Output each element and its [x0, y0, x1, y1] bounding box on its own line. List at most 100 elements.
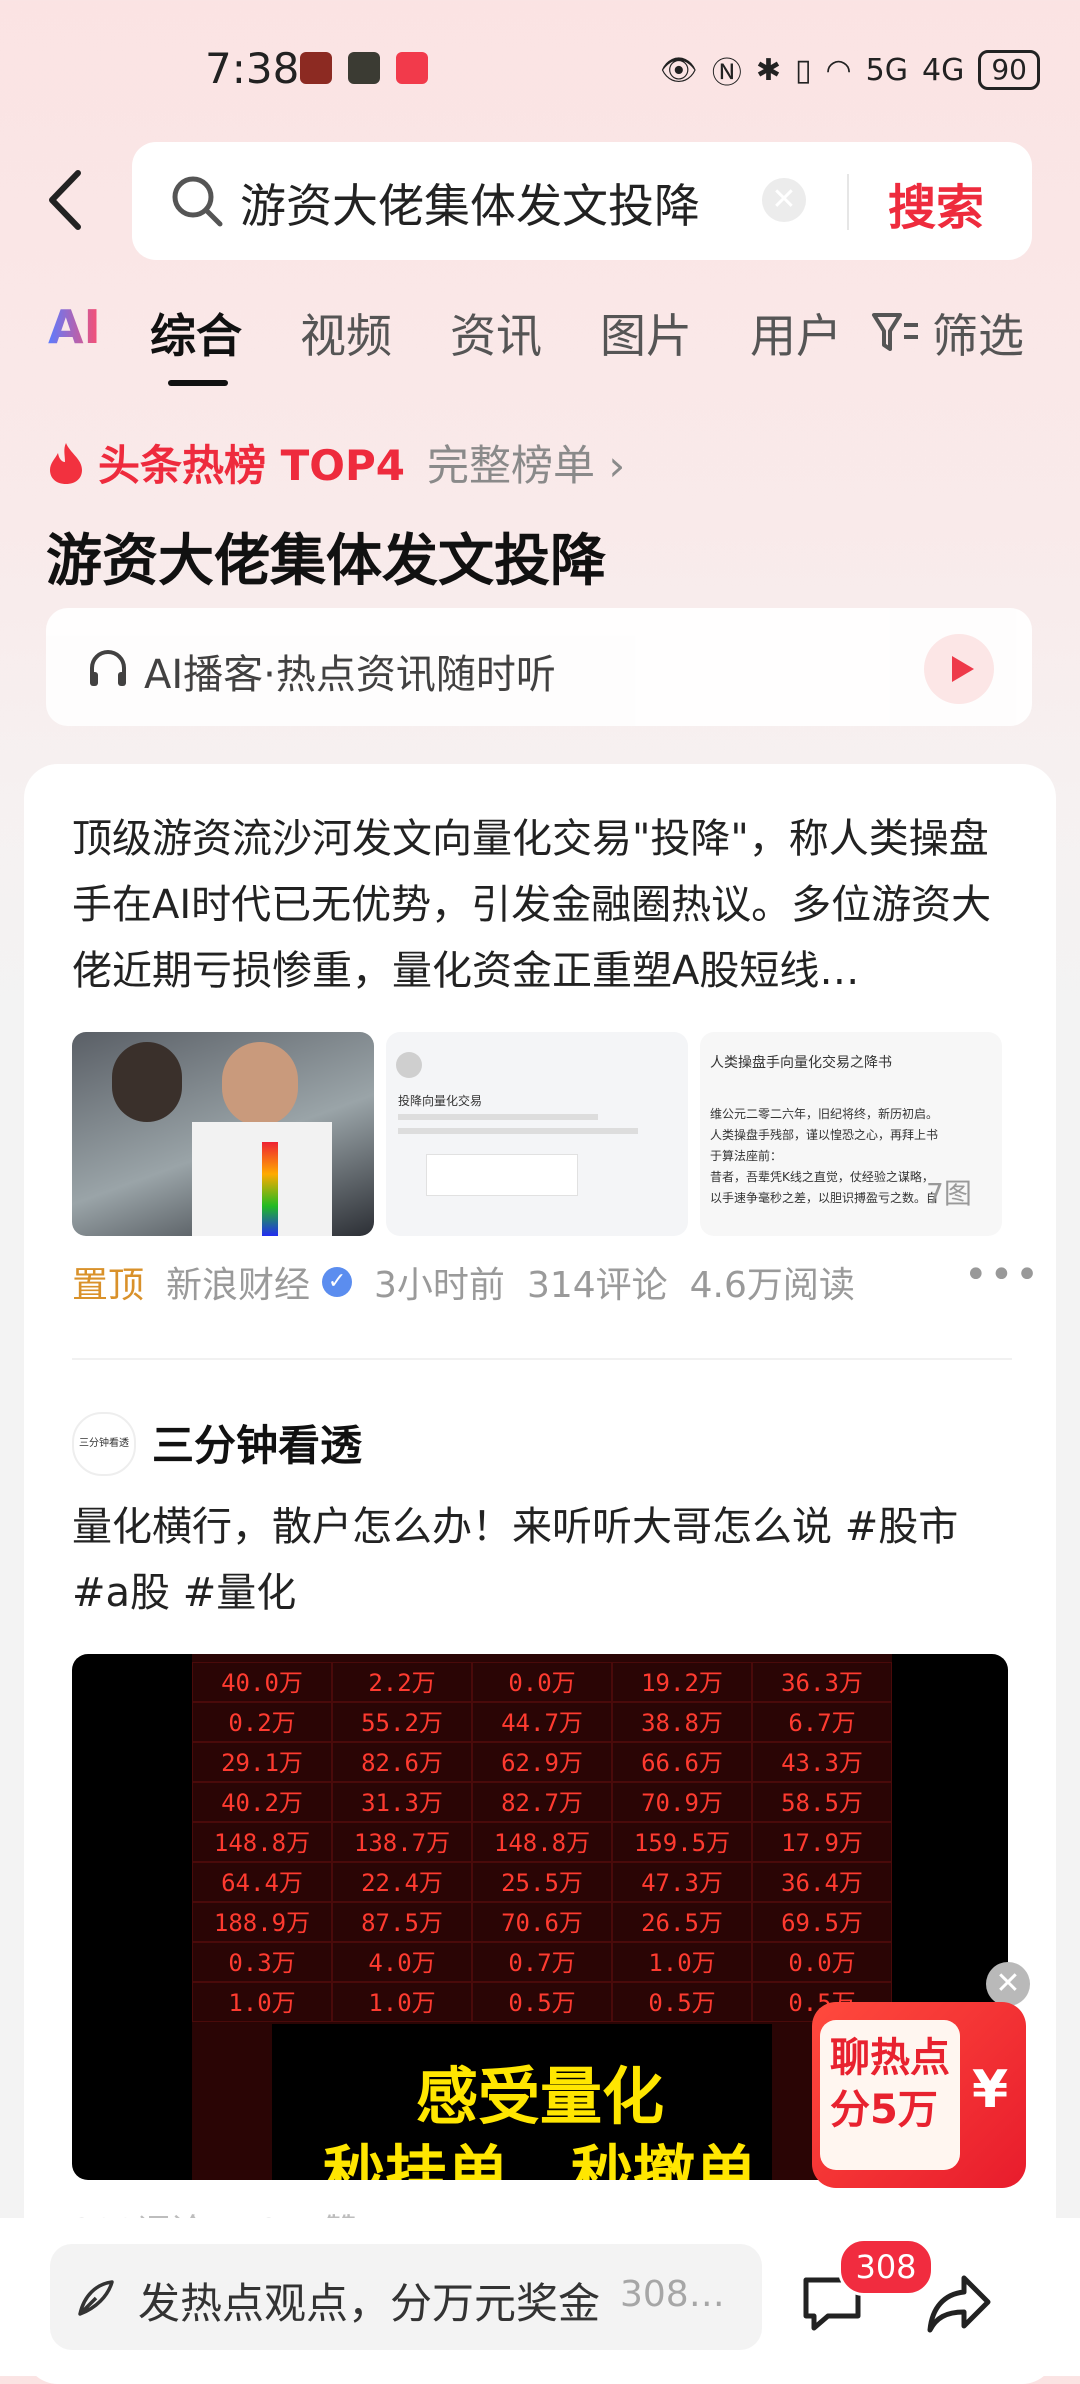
author-name[interactable]: 三分钟看透: [152, 1412, 362, 1473]
hot-topic-title: 游资大佬集体发文投降: [46, 529, 606, 594]
quote-cell: 43.3万: [752, 1742, 892, 1782]
quote-cell: 19.2万: [612, 1662, 752, 1702]
quote-cell: 188.9万: [192, 1902, 332, 1942]
ai-tab[interactable]: AI: [48, 300, 101, 354]
article-summary[interactable]: 顶级游资流沙河发文向量化交易"投降"，称人类操盘手在AI时代已无优势，引发金融圈…: [72, 806, 1012, 1004]
article-image-1[interactable]: [72, 1032, 374, 1236]
image-3-title: 人类操盘手向量化交易之降书: [710, 1055, 892, 1071]
read-count: 4.6万阅读: [689, 1265, 855, 1306]
quote-cell: 0.0万: [472, 1662, 612, 1702]
red-packet-float[interactable]: 聊热点 分5万 ¥: [812, 2002, 1026, 2188]
headphones-icon: [90, 650, 126, 686]
search-icon: [170, 174, 224, 232]
xiaohongshu-icon: [396, 52, 428, 84]
clear-icon[interactable]: ✕: [762, 178, 806, 222]
article-image-3[interactable]: 人类操盘手向量化交易之降书 维公元二零二六年，旧纪将终，新历初启。 人类操盘手残…: [700, 1032, 1002, 1236]
quote-cell: 47.3万: [612, 1862, 752, 1902]
back-button[interactable]: [42, 165, 102, 235]
ai-podcast-bar[interactable]: AI播客·热点资讯随时听: [46, 608, 1032, 726]
quote-cell: 0.5万: [472, 1982, 612, 2022]
avatar[interactable]: 三分钟看透: [72, 1412, 136, 1476]
quote-cell: 159.5万: [612, 1822, 752, 1862]
tab-news[interactable]: 资讯: [450, 300, 542, 366]
quote-cell: 1.0万: [612, 1942, 752, 1982]
comment-badge: 308: [838, 2238, 934, 2296]
status-bar: 7:38 👁 Ⓝ ✱ ▯ ◠ 5G 4G 90: [0, 0, 1080, 140]
tab-video[interactable]: 视频: [300, 300, 392, 366]
tab-comprehensive[interactable]: 综合: [150, 300, 242, 366]
bottom-bar: 发热点观点，分万元奖金 308… 308: [0, 2218, 1080, 2376]
quote-cell: 62.9万: [472, 1742, 612, 1782]
bluetooth-icon: ✱: [755, 52, 781, 88]
quote-cell: 22.4万: [332, 1862, 472, 1902]
image-3-text: 维公元二零二六年，旧纪将终，新历初启。 人类操盘手残部，谨以惶恐之心，再拜上书 …: [710, 1107, 939, 1205]
quote-cell: 82.7万: [472, 1782, 612, 1822]
quote-cell: 70.6万: [472, 1902, 612, 1942]
app-notification-icon: [300, 52, 332, 84]
fire-icon: [50, 442, 82, 484]
signal-4g: 4G: [922, 52, 965, 88]
close-icon[interactable]: ✕: [986, 1962, 1030, 2006]
quote-cell: 66.6万: [612, 1742, 752, 1782]
play-button[interactable]: [924, 634, 994, 704]
search-input[interactable]: 游资大佬集体发文投降: [240, 170, 850, 236]
comment-count: 314评论: [526, 1265, 668, 1306]
divider: [72, 1358, 1012, 1360]
quote-cell: 4.0万: [332, 1942, 472, 1982]
tab-users[interactable]: 用户: [750, 300, 842, 366]
quote-cell: 148.8万: [192, 1822, 332, 1862]
wifi-icon: ◠: [825, 52, 852, 88]
quote-cell: 70.9万: [612, 1782, 752, 1822]
quote-cell: 64.4万: [192, 1862, 332, 1902]
red-packet-text: 聊热点 分5万: [830, 2035, 950, 2133]
hot-rank-row[interactable]: 头条热榜 TOP4 完整榜单 ›: [46, 432, 625, 493]
more-options-icon[interactable]: •••: [964, 1252, 1041, 1298]
quote-cell: 36.4万: [752, 1862, 892, 1902]
quote-cell: 36.3万: [752, 1662, 892, 1702]
quote-cell: 1.0万: [332, 1982, 472, 2022]
quote-cell: 26.5万: [612, 1902, 752, 1942]
source-name[interactable]: 新浪财经: [166, 1256, 310, 1308]
battery-icon: 90: [978, 50, 1040, 90]
quote-cell: 69.5万: [752, 1902, 892, 1942]
comment-count-hint: 308…: [620, 2274, 725, 2315]
yen-icon: ¥: [972, 2060, 1009, 2120]
comment-input[interactable]: 发热点观点，分万元奖金 308…: [50, 2244, 762, 2350]
signal-5g: 5G: [865, 52, 909, 88]
quote-cell: 82.6万: [332, 1742, 472, 1782]
share-icon: [927, 2275, 991, 2333]
pinned-label: 置顶: [72, 1265, 145, 1306]
verified-icon: ✓: [322, 1267, 353, 1297]
pen-icon: [78, 2280, 114, 2316]
quote-cell: 0.0万: [752, 1942, 892, 1982]
share-button[interactable]: [926, 2272, 992, 2340]
quote-cell: 0.5万: [612, 1982, 752, 2022]
tab-bar: AI 综合 视频 资讯 图片 用户 筛选: [0, 300, 1080, 390]
quote-cell: 148.8万: [472, 1822, 612, 1862]
quote-cell: 0.2万: [192, 1702, 332, 1742]
hot-rank-label: 头条热榜 TOP4: [98, 441, 405, 490]
post-text[interactable]: 量化横行，散户怎么办！来听听大哥怎么说 #股市 #a股 #量化: [72, 1494, 1022, 1626]
quote-cell: 2.2万: [332, 1662, 472, 1702]
filter-button[interactable]: 筛选: [870, 300, 1024, 366]
active-tab-indicator: [168, 380, 228, 386]
post-time: 3小时前: [374, 1265, 505, 1306]
search-bar[interactable]: 游资大佬集体发文投降 ✕ 搜索: [132, 142, 1032, 260]
app-notification-icon: [348, 52, 380, 84]
quote-cell: 0.3万: [192, 1942, 332, 1982]
image-2-text: 投降向量化交易: [398, 1094, 483, 1108]
article-image-2[interactable]: 投降向量化交易: [386, 1032, 688, 1236]
nfc-icon: Ⓝ: [711, 56, 742, 91]
status-icons: 👁 Ⓝ ✱ ▯ ◠ 5G 4G 90: [660, 48, 1040, 92]
vibrate-icon: ▯: [794, 52, 812, 88]
quote-cell: 31.3万: [332, 1782, 472, 1822]
filter-icon: [872, 313, 918, 351]
status-time: 7:38: [205, 44, 300, 93]
tab-images[interactable]: 图片: [600, 300, 692, 366]
full-list-link[interactable]: 完整榜单 ›: [427, 432, 625, 493]
podcast-label: AI播客·热点资讯随时听: [144, 652, 556, 698]
quote-cell: 58.5万: [752, 1782, 892, 1822]
comment-placeholder: 发热点观点，分万元奖金: [138, 2279, 601, 2328]
quote-grid: 40.0万 2.2万 0.0万 19.2万 36.3万 0.2万 55.2万 44.7万 38.…: [192, 1662, 892, 2022]
search-button[interactable]: 搜索: [888, 168, 984, 238]
